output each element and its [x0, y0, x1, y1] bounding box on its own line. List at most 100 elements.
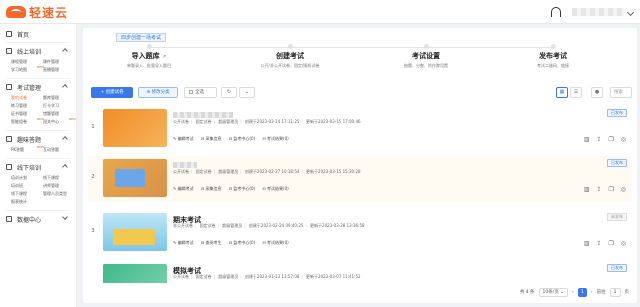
- sidebar-item-home[interactable]: 首页: [0, 28, 76, 40]
- modify-category-button[interactable]: ⊕ 修改分类: [138, 87, 178, 98]
- sidebar-group-quiz[interactable]: 趣味答题: [0, 133, 76, 145]
- sidebar-item-question-bank[interactable]: 题库管理: [43, 95, 75, 101]
- share-icon[interactable]: ⇪: [596, 240, 601, 247]
- row-actions: ✎ 编辑考试 ⊟ 采集信息 ⊟ 监考中心(0) ⊟ 考试结果(0): [173, 136, 295, 142]
- headset-icon[interactable]: [551, 7, 561, 17]
- exam-results-link[interactable]: ⊟ 考试结果(0): [262, 240, 288, 245]
- sidebar-item-offline-course-2[interactable]: 线下课程: [11, 191, 43, 197]
- paper-meta: 公开试卷 | 固定试卷 | 超级管理员 | 创建于2023-01-13 13:57:0…: [173, 274, 361, 279]
- stats-icon[interactable]: ▥: [584, 240, 590, 247]
- created-time: 创建于2023-01-13 13:57:08: [244, 274, 300, 279]
- current-page[interactable]: 1: [577, 287, 587, 297]
- sidebar-item-smart-paper[interactable]: 智能组卷 NEW: [11, 117, 44, 125]
- paper-cover-image[interactable]: [103, 264, 167, 283]
- edit-exam-link[interactable]: ✎ 编辑考试: [173, 136, 194, 141]
- paper-cover-image[interactable]: [103, 213, 167, 251]
- updated-time: 更新于2023-03-15 17:00:46: [306, 119, 361, 124]
- user-account[interactable]: [572, 8, 624, 16]
- paper-title[interactable]: [173, 161, 197, 168]
- sidebar-item-learning-map[interactable]: 学习地图 NEW: [11, 65, 44, 73]
- proctor-center-link[interactable]: ⊟ 监考中心(0): [229, 240, 255, 245]
- paper-cover-image[interactable]: [103, 159, 167, 197]
- globe-icon[interactable]: ◎: [621, 240, 626, 247]
- copy-icon[interactable]: ❐: [608, 186, 613, 193]
- sidebar-item-live[interactable]: 直播管理: [43, 67, 75, 73]
- step-publish-exam[interactable]: 发布考试 考试二维码、链接: [503, 44, 603, 69]
- new-badge: NEW: [68, 117, 76, 121]
- sidebar-item-training-plan[interactable]: 培训计划: [11, 175, 43, 181]
- create-paper-button[interactable]: + 创建试卷: [91, 87, 133, 98]
- paper-cover-image[interactable]: [103, 109, 167, 147]
- more-dropdown-button[interactable]: ⌄: [239, 87, 255, 98]
- sidebar-group-offline-training[interactable]: 线下培训: [0, 161, 76, 173]
- globe-icon[interactable]: ◎: [621, 186, 626, 193]
- sidebar-group-online-training[interactable]: 线上培训: [0, 45, 76, 57]
- search-input[interactable]: 搜索: [610, 87, 632, 98]
- paper-title[interactable]: 模拟考试: [173, 266, 201, 275]
- sidebar-item-my-papers[interactable]: 我的试卷: [11, 95, 43, 101]
- table-row[interactable]: 2 公开试卷 | 固定试卷 | 超级管理员 | 创建于2023-02-27 10:18…: [88, 156, 632, 202]
- sidebar-group-exam[interactable]: 考试管理: [0, 81, 76, 93]
- share-icon[interactable]: ⇪: [596, 186, 601, 193]
- next-page-button[interactable]: ›: [591, 290, 593, 295]
- select-all-checkbox[interactable]: 全选: [184, 87, 217, 98]
- sidebar-item-label: 闯关中心: [43, 119, 59, 124]
- proctor-center-link[interactable]: ⊟ 监考中心(0): [229, 136, 255, 141]
- chevron-down-icon[interactable]: [626, 8, 635, 17]
- globe-icon[interactable]: ◎: [621, 136, 626, 143]
- step-exam-settings[interactable]: 考试设置 抽题、分数、防作弊设置: [376, 44, 476, 69]
- collect-info-link[interactable]: ⊟ 采集信息: [201, 136, 222, 141]
- goto-page-input[interactable]: 1: [609, 287, 621, 297]
- sidebar-item-reports[interactable]: 报表统计: [11, 199, 43, 205]
- list-view-button[interactable]: ☰: [570, 87, 582, 98]
- data-icon: [6, 216, 12, 222]
- paper-type: 固定试卷: [195, 169, 212, 174]
- sidebar-group-data-center[interactable]: 数据中心: [0, 213, 76, 225]
- share-icon[interactable]: ⇪: [596, 136, 601, 143]
- exam-results-link[interactable]: ⊟ 考试结果(0): [262, 136, 288, 141]
- step-title-text: 导入题库: [131, 52, 160, 60]
- sidebar-item-pk[interactable]: PK答题 NEW: [11, 145, 44, 153]
- sidebar-item-checkin[interactable]: 打卡学习: [43, 103, 75, 109]
- proctor-center-link[interactable]: ⊟ 监考中心(0): [229, 186, 255, 191]
- prev-page-button[interactable]: ‹: [572, 290, 574, 295]
- step-create-exam[interactable]: 创建考试 公开/非公开试卷、固定/随机试卷: [240, 44, 340, 69]
- settings-icon[interactable]: ●: [591, 87, 603, 98]
- exam-icon: [6, 84, 12, 90]
- sidebar-item-staff-type[interactable]: 管理人员类型: [43, 191, 75, 197]
- view-examinees-link[interactable]: ⊟ 查阅考生: [201, 240, 222, 245]
- copy-icon[interactable]: ❐: [608, 240, 613, 247]
- exam-results-link[interactable]: ⊟ 考试结果(0): [262, 186, 288, 191]
- copy-icon[interactable]: ❐: [608, 136, 613, 143]
- paper-title[interactable]: [173, 111, 233, 118]
- sidebar-item-practice[interactable]: 练习管理: [11, 103, 43, 109]
- sidebar-item-offline-course[interactable]: 线下课程: [43, 175, 75, 181]
- paper-title[interactable]: 期末考试: [173, 215, 201, 224]
- edit-exam-link[interactable]: ✎ 编辑考试: [173, 186, 194, 191]
- sidebar-item-lecturer[interactable]: 讲师管理: [43, 183, 75, 189]
- step-desc: 抽题、分数、防作弊设置: [404, 63, 448, 68]
- brand-logo[interactable]: 轻速云: [6, 4, 68, 20]
- pagination: 共 4 条 10条/页 ⌄ ‹ 1 › 前往 1 页: [520, 287, 629, 297]
- table-row[interactable]: 模拟考试 公开试卷 | 固定试卷 | 超级管理员 | 创建于2023-01-13 13…: [88, 261, 632, 283]
- blurred-title: [173, 162, 197, 168]
- sidebar-item-challenge[interactable]: 闯关中心 NEW: [43, 117, 76, 125]
- table-row[interactable]: 1 公开试卷 | 固定试卷 | 超级管理员 | 创建于2023-03-14 17:11…: [88, 106, 632, 152]
- total-count: 共 4 条: [519, 290, 535, 295]
- owner: 超级管理员: [222, 223, 243, 228]
- table-row[interactable]: 3 期末考试 非公开试卷 | 固定试卷 | 超级管理员 | 创建于2023-02-24…: [88, 210, 632, 256]
- stats-icon[interactable]: ▥: [584, 186, 590, 193]
- step-import-bank[interactable]: 导入题库 ↗ 单题录入、批量导入题目: [99, 44, 199, 69]
- grid-view-button[interactable]: ▦: [556, 87, 568, 98]
- steps-guide-tab[interactable]: 四步创建一场考试: [116, 33, 167, 42]
- sidebar-item-interactive[interactable]: 互动答题: [43, 147, 75, 153]
- step-dot: [146, 44, 152, 49]
- edit-exam-link[interactable]: ✎ 编辑考试: [173, 240, 194, 245]
- status-badge: 已发布: [607, 159, 627, 167]
- sidebar-item-courseware[interactable]: 课件管理: [43, 59, 75, 65]
- refresh-button[interactable]: ↻: [221, 87, 237, 98]
- page-size-select[interactable]: 10条/页 ⌄: [538, 287, 568, 297]
- sidebar-item-training-class[interactable]: 培训班: [11, 183, 43, 189]
- stats-icon[interactable]: ▥: [584, 136, 590, 143]
- collect-info-link[interactable]: ⊟ 采集信息: [201, 186, 222, 191]
